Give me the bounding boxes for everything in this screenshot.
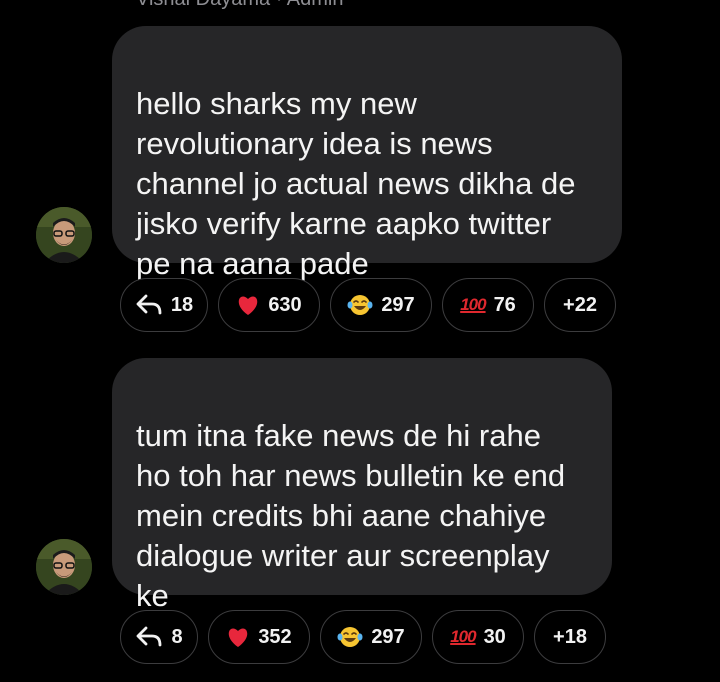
reply-count: 8 <box>171 625 183 648</box>
red-heart-icon <box>236 294 260 316</box>
laugh-count: 297 <box>381 293 415 316</box>
message-text: tum itna fake news de hi rahe ho toh har… <box>136 418 566 613</box>
reply-button[interactable]: 8 <box>120 610 198 664</box>
reaction-bar: 8 352 297 100 30 +18 <box>120 610 606 666</box>
hundred-count: 30 <box>483 625 506 648</box>
heart-count: 352 <box>258 625 292 648</box>
message-bubble[interactable]: tum itna fake news de hi rahe ho toh har… <box>112 358 612 613</box>
more-reactions-count: +22 <box>563 293 597 316</box>
red-heart-icon <box>226 626 250 648</box>
laughing-tears-icon <box>347 293 373 317</box>
message-bubble[interactable]: hello sharks my new revolutionary idea i… <box>112 26 622 281</box>
avatar-photo <box>36 207 92 263</box>
more-reactions-button[interactable]: +22 <box>544 278 616 332</box>
more-reactions-button[interactable]: +18 <box>534 610 606 664</box>
laugh-reaction[interactable]: 297 <box>320 610 422 664</box>
heart-reaction[interactable]: 630 <box>218 278 320 332</box>
laughing-tears-icon <box>337 625 363 649</box>
hundred-reaction[interactable]: 100 30 <box>432 610 524 664</box>
more-reactions-count: +18 <box>553 625 587 648</box>
sender-name: Vishal Dayama · Admin <box>136 0 344 11</box>
reply-arrow-icon <box>135 293 163 317</box>
hundred-reaction[interactable]: 100 76 <box>442 278 534 332</box>
avatar-photo <box>36 539 92 595</box>
reply-count: 18 <box>170 293 194 316</box>
reply-arrow-icon <box>135 625 163 649</box>
hundred-points-icon: 100 <box>460 295 486 314</box>
reply-button[interactable]: 18 <box>120 278 208 332</box>
avatar[interactable] <box>36 539 92 595</box>
laugh-count: 297 <box>371 625 405 648</box>
heart-count: 630 <box>268 293 302 316</box>
heart-reaction[interactable]: 352 <box>208 610 310 664</box>
hundred-points-icon: 100 <box>450 627 476 646</box>
reaction-bar: 18 630 297 100 76 +22 <box>120 278 616 334</box>
laugh-reaction[interactable]: 297 <box>330 278 432 332</box>
hundred-count: 76 <box>493 293 516 316</box>
avatar[interactable] <box>36 207 92 263</box>
message-text: hello sharks my new revolutionary idea i… <box>136 86 576 281</box>
